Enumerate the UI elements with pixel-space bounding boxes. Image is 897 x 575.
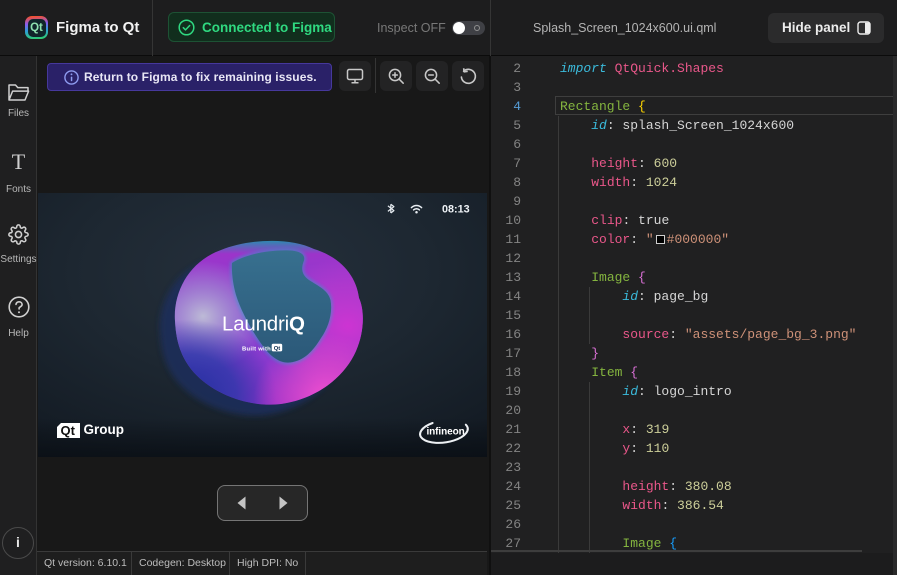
svg-text:Qt: Qt <box>61 423 76 438</box>
svg-text:LaundriQ: LaundriQ <box>222 313 305 336</box>
svg-text:Group: Group <box>84 422 125 437</box>
svg-text:Qt: Qt <box>274 346 281 352</box>
svg-text:Built with: Built with <box>242 346 271 352</box>
svg-text:08:13: 08:13 <box>442 203 470 215</box>
svg-text:infineon: infineon <box>427 426 465 437</box>
